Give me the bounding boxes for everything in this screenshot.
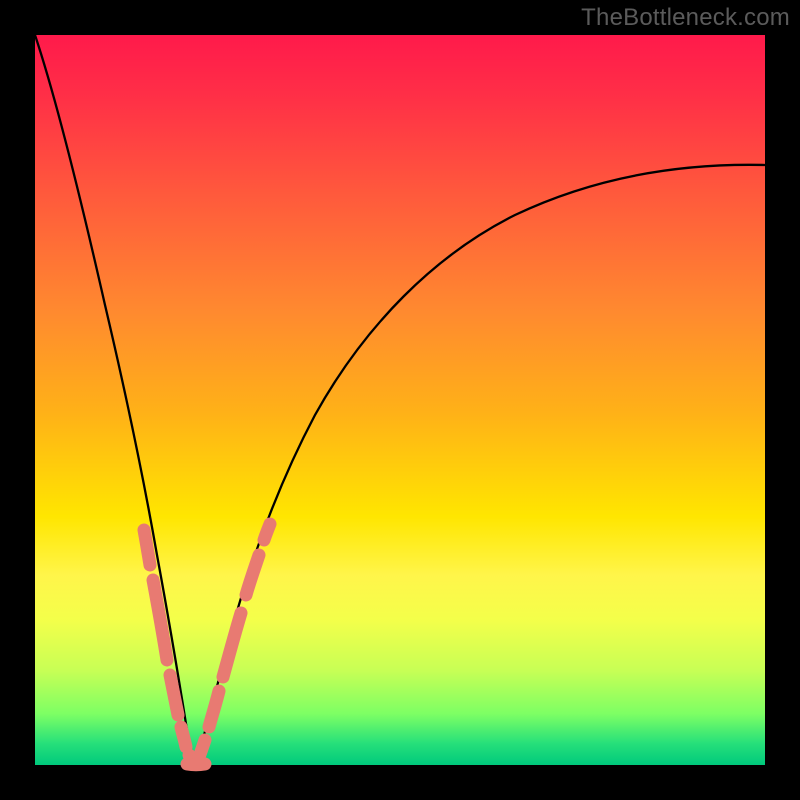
plot-area [35,35,765,765]
right-segment-5 [264,524,270,540]
right-segment-2 [209,691,219,727]
curve-layer [35,35,765,765]
left-segment-1 [144,530,150,565]
right-segment-4 [246,555,259,595]
chart-frame: TheBottleneck.com [0,0,800,800]
right-branch-curve [195,165,765,765]
left-segment-3 [170,675,178,715]
left-segment-2 [153,580,167,660]
right-segment-3 [223,613,241,677]
watermark-text: TheBottleneck.com [581,4,790,32]
trough-segment [187,764,205,765]
left-segment-4 [181,727,186,747]
right-segment-1 [199,740,205,757]
